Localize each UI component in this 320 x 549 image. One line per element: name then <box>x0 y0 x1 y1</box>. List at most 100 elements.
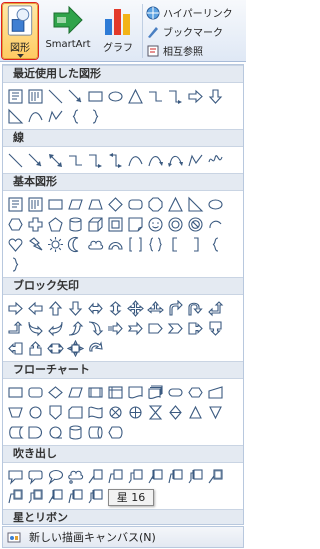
brace-left-shape-button[interactable] <box>206 234 225 254</box>
donut-shape-button[interactable] <box>166 214 185 234</box>
shapes-button[interactable]: 図形 <box>2 3 38 59</box>
right-arrow-shape-button[interactable] <box>6 298 25 318</box>
hexagon-shape-button[interactable] <box>6 214 25 234</box>
can-shape-button[interactable] <box>66 214 85 234</box>
textbox-shape-button[interactable] <box>6 194 25 214</box>
scribble-shape-button[interactable] <box>206 150 225 170</box>
callout-border3-shape-button[interactable] <box>26 486 45 506</box>
triangle-shape-button[interactable] <box>126 86 145 106</box>
elbow-dbl-shape-button[interactable] <box>106 150 125 170</box>
heart-shape-button[interactable] <box>6 234 25 254</box>
bracket-pair-shape-button[interactable] <box>126 234 145 254</box>
flow-collate-shape-button[interactable] <box>146 402 165 422</box>
elbow-shape-button[interactable] <box>66 150 85 170</box>
flow-seq-shape-button[interactable] <box>46 422 65 442</box>
smartart-button[interactable]: SmartArt <box>44 3 92 59</box>
flow-decision-shape-button[interactable] <box>46 382 65 402</box>
down-arrow-shape-button[interactable] <box>206 86 225 106</box>
circular-arrow-shape-button[interactable] <box>86 338 105 358</box>
left-arrow-shape-button[interactable] <box>26 298 45 318</box>
right-arrow-shape-button[interactable] <box>186 86 205 106</box>
left-up-arrow-shape-button[interactable] <box>206 298 225 318</box>
line-shape-button[interactable] <box>6 150 25 170</box>
curved-up-shape-button[interactable] <box>66 318 85 338</box>
flow-or-shape-button[interactable] <box>126 402 145 422</box>
up-callout-arrow-shape-button[interactable] <box>26 338 45 358</box>
bent-arrow-shape-button[interactable] <box>166 298 185 318</box>
freeform-shape-button[interactable] <box>186 150 205 170</box>
lr-callout-shape-button[interactable] <box>46 338 65 358</box>
octagon-shape-button[interactable] <box>146 194 165 214</box>
flow-multidoc-shape-button[interactable] <box>146 382 165 402</box>
parallelogram-shape-button[interactable] <box>66 194 85 214</box>
callout-oval-shape-button[interactable] <box>46 466 65 486</box>
lru-arrow-shape-button[interactable] <box>146 298 165 318</box>
oval-shape-button[interactable] <box>106 86 125 106</box>
flow-direct-shape-button[interactable] <box>86 422 105 442</box>
new-drawing-canvas-item[interactable]: 新しい描画キャンバス(N) <box>2 526 244 548</box>
flow-merge-shape-button[interactable] <box>206 402 225 422</box>
callout-accent2-shape-button[interactable] <box>166 466 185 486</box>
flow-connector-shape-button[interactable] <box>26 402 45 422</box>
flow-manual-op-shape-button[interactable] <box>6 402 25 422</box>
brace-right-shape-button[interactable] <box>6 254 25 274</box>
textbox-shape-button[interactable] <box>6 86 25 106</box>
flow-internal-shape-button[interactable] <box>106 382 125 402</box>
moon-shape-button[interactable] <box>66 234 85 254</box>
callout-line3-shape-button[interactable] <box>126 466 145 486</box>
curved-left-shape-button[interactable] <box>46 318 65 338</box>
flow-manual-input-shape-button[interactable] <box>206 382 225 402</box>
flow-summing-shape-button[interactable] <box>106 402 125 422</box>
flow-punched-tape-shape-button[interactable] <box>86 402 105 422</box>
vtextbox-shape-button[interactable] <box>26 194 45 214</box>
flow-predefined-shape-button[interactable] <box>86 382 105 402</box>
diamond-shape-button[interactable] <box>106 194 125 214</box>
striped-right-shape-button[interactable] <box>106 318 125 338</box>
elbow2-shape-button[interactable] <box>166 86 185 106</box>
brace-right-shape-button[interactable] <box>86 106 105 126</box>
elbow-shape-button[interactable] <box>146 86 165 106</box>
hyperlink-button[interactable]: ハイパーリンク <box>146 4 244 21</box>
callout-line1-shape-button[interactable] <box>86 466 105 486</box>
callout-acc-b3-shape-button[interactable] <box>86 486 105 506</box>
flow-extract-shape-button[interactable] <box>186 402 205 422</box>
cube-shape-button[interactable] <box>86 214 105 234</box>
up-arrow-shape-button[interactable] <box>46 298 65 318</box>
bent-up-shape-button[interactable] <box>6 318 25 338</box>
triangle-shape-button[interactable] <box>166 194 185 214</box>
flow-sort-shape-button[interactable] <box>166 402 185 422</box>
smiley-shape-button[interactable] <box>146 214 165 234</box>
no-symbol-shape-button[interactable] <box>186 214 205 234</box>
double-arrow-shape-button[interactable] <box>46 150 65 170</box>
bookmark-button[interactable]: ブックマーク <box>146 23 244 40</box>
curve-arrow-shape-button[interactable] <box>146 150 165 170</box>
callout-border1-shape-button[interactable] <box>206 466 225 486</box>
callout-round-shape-button[interactable] <box>26 466 45 486</box>
bracket-left-shape-button[interactable] <box>166 234 185 254</box>
u-turn-shape-button[interactable] <box>186 298 205 318</box>
flow-offpage-shape-button[interactable] <box>46 402 65 422</box>
rounded-rect-shape-button[interactable] <box>126 194 145 214</box>
folded-shape-button[interactable] <box>126 214 145 234</box>
flow-display-shape-button[interactable] <box>106 422 125 442</box>
bracket-right-shape-button[interactable] <box>186 234 205 254</box>
rect-shape-button[interactable] <box>86 86 105 106</box>
curved-right-shape-button[interactable] <box>26 318 45 338</box>
callout-accent3-shape-button[interactable] <box>186 466 205 486</box>
callout-acc-b1-shape-button[interactable] <box>46 486 65 506</box>
callout-cloud-shape-button[interactable] <box>66 466 85 486</box>
down-arrow-shape-button[interactable] <box>66 298 85 318</box>
arrow-line-shape-button[interactable] <box>26 150 45 170</box>
flow-magdisk-shape-button[interactable] <box>66 422 85 442</box>
elbow-arrow-shape-button[interactable] <box>86 150 105 170</box>
cross-shape-button[interactable] <box>26 214 45 234</box>
brace-pair-shape-button[interactable] <box>146 234 165 254</box>
line-shape-button[interactable] <box>46 86 65 106</box>
flow-stored-shape-button[interactable] <box>6 422 25 442</box>
callout-border2-shape-button[interactable] <box>6 486 25 506</box>
ud-arrow-shape-button[interactable] <box>106 298 125 318</box>
right-callout-arrow-shape-button[interactable] <box>186 318 205 338</box>
rtriangle-shape-button[interactable] <box>6 106 25 126</box>
flow-document-shape-button[interactable] <box>126 382 145 402</box>
callout-line2-shape-button[interactable] <box>106 466 125 486</box>
